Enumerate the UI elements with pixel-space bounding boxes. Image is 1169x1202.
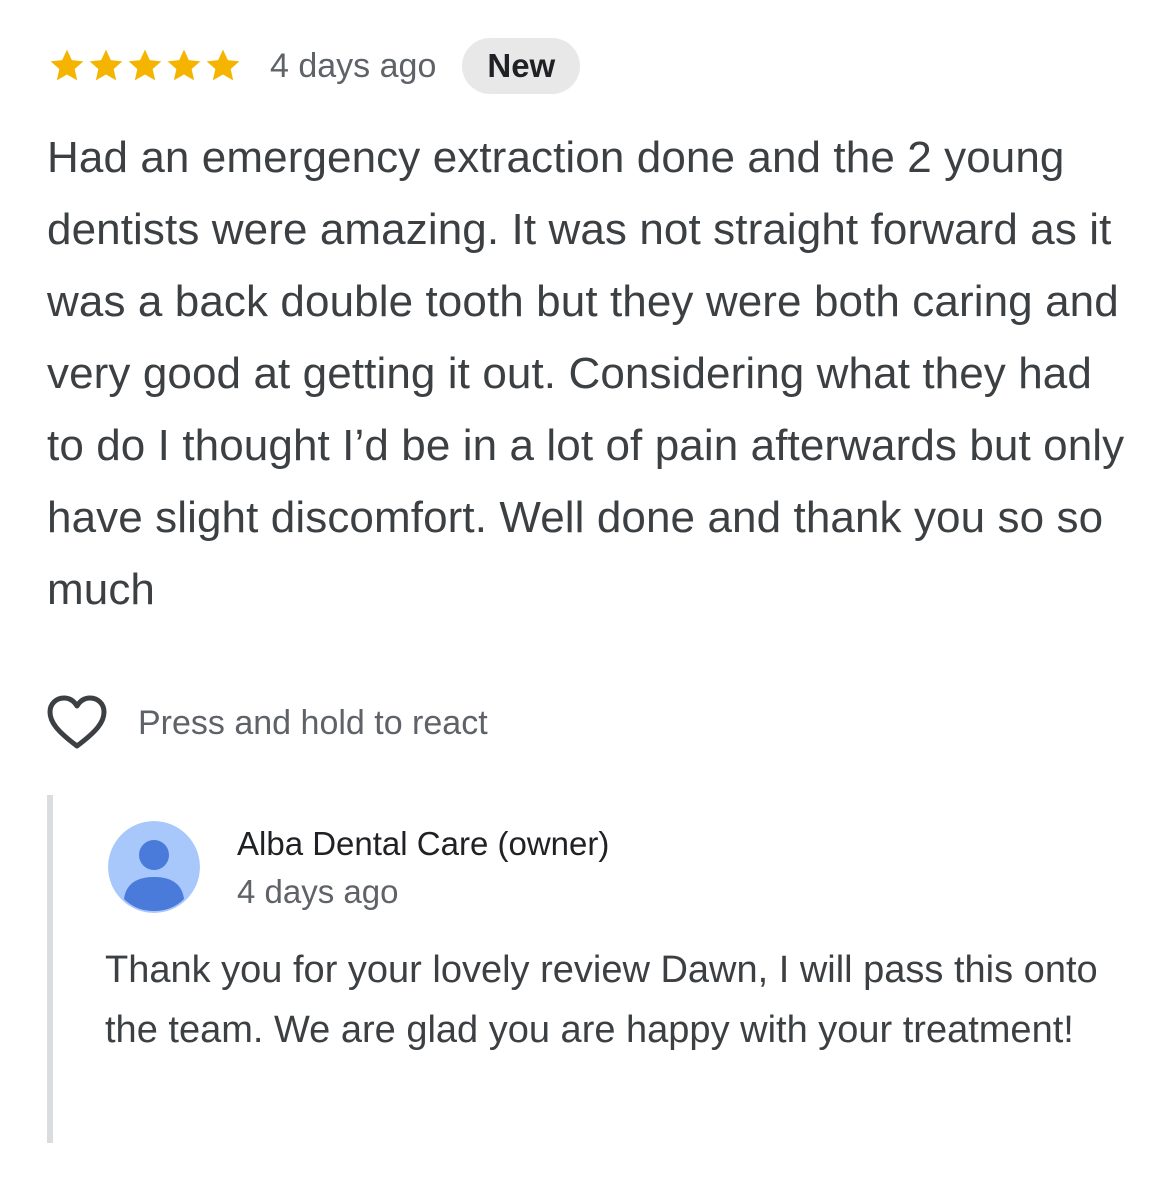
heart-outline-icon[interactable] bbox=[47, 695, 107, 751]
star-icon bbox=[125, 46, 165, 86]
react-button[interactable]: Press and hold to react bbox=[47, 693, 488, 753]
star-icon bbox=[47, 46, 87, 86]
review-time: 4 days ago bbox=[270, 47, 437, 85]
owner-reply: Alba Dental Care (owner) 4 days ago Than… bbox=[47, 795, 1133, 1143]
star-icon bbox=[164, 46, 204, 86]
owner-reply-time: 4 days ago bbox=[237, 873, 399, 910]
star-icon bbox=[86, 46, 126, 86]
person-icon bbox=[108, 821, 200, 913]
star-icon bbox=[203, 46, 243, 86]
review-meta: 4 days ago New bbox=[47, 30, 1127, 102]
star-rating bbox=[47, 46, 242, 86]
owner-name: Alba Dental Care (owner) bbox=[237, 825, 610, 862]
new-badge: New bbox=[462, 38, 581, 94]
review-card: 4 days ago New Had an emergency extracti… bbox=[47, 30, 1127, 626]
review-text: Had an emergency extraction done and the… bbox=[47, 133, 1125, 614]
react-label: Press and hold to react bbox=[138, 703, 488, 742]
owner-avatar bbox=[108, 821, 200, 913]
owner-reply-text: Thank you for your lovely review Dawn, I… bbox=[105, 949, 1098, 1051]
